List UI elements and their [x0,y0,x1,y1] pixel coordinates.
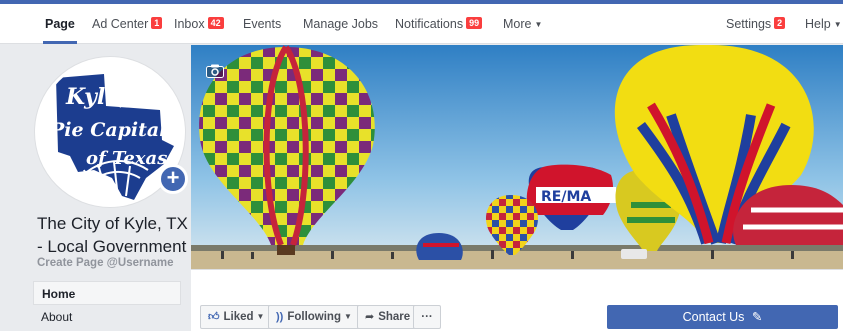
sidebar-menu: Home About [33,281,181,329]
nav-tab-page[interactable]: Page [43,4,77,44]
nav-tab-ad-center[interactable]: Ad Center 1 [92,4,163,44]
sidebar-item-about[interactable]: About [33,305,181,329]
caret-down-icon: ▼ [343,312,352,321]
contact-us-button[interactable]: Contact Us ✎ [607,305,838,329]
nav-tab-label: Inbox [174,17,205,31]
nav-tab-inbox[interactable]: Inbox 42 [174,4,224,44]
hot-air-balloons-image: RE/MA [191,45,843,269]
following-button[interactable]: )) Following ▼ [268,305,360,329]
sidebar-item-home[interactable]: Home [33,281,181,305]
following-label: Following [287,311,341,323]
nav-tab-manage-jobs[interactable]: Manage Jobs [303,4,378,44]
caret-down-icon: ▼ [256,312,265,321]
add-photo-plus-icon[interactable]: + [158,164,188,194]
nav-tab-label: Manage Jobs [303,17,379,31]
logo-text-line: Kyle, [65,84,127,110]
liked-label: Liked [223,311,254,323]
pencil-icon: ✎ [751,310,763,324]
share-arrow-icon: ➦ [365,311,375,323]
nav-tab-label: Notifications [395,17,464,31]
logo-text-line: Pie Capital [49,119,166,141]
page-sidebar: Kyle, Pie Capital of Texas + The City of… [13,45,190,331]
nav-help[interactable]: Help ▼ [805,4,842,44]
nav-tab-label: Help [805,17,831,31]
liked-button[interactable]: 👍︎ Liked ▼ [200,305,273,329]
more-options-button[interactable]: ··· [413,305,441,329]
nav-tab-label: More [503,17,532,31]
page-nav-bar: Page Ad Center 1 Inbox 42 Events Manage Jo… [0,4,843,44]
caret-down-icon: ▼ [534,20,543,29]
rss-icon: )) [276,311,284,323]
notification-badge: 2 [774,17,786,29]
nav-tab-label: Ad Center [92,17,149,31]
thumbs-up-icon: 👍︎ [208,311,220,323]
cover-photo[interactable]: RE/MA [191,45,843,269]
nav-tab-label: Events [243,17,282,31]
nav-tab-label: Page [45,17,75,31]
create-username-link[interactable]: Create Page @Username [37,257,174,269]
logo-text-line: of Texas [86,148,167,169]
nav-tab-notifications[interactable]: Notifications 99 [395,4,483,44]
nav-settings[interactable]: Settings 2 [726,4,786,44]
notification-badge: 99 [466,17,483,29]
contact-us-label: Contact Us [682,310,745,324]
more-dots-icon: ··· [421,311,433,323]
page-title: The City of Kyle, TX - Local Government [37,214,188,256]
svg-text:RE/MA: RE/MA [541,189,591,205]
nav-tab-label: Settings [726,17,772,31]
share-label: Share [378,311,411,323]
nav-tab-more[interactable]: More ▼ [503,4,542,44]
caret-down-icon: ▼ [833,20,842,29]
notification-badge: 42 [207,17,224,29]
share-button[interactable]: ➦ Share [357,305,419,329]
camera-icon[interactable] [206,64,224,78]
notification-badge: 1 [151,17,163,29]
nav-tab-events[interactable]: Events [243,4,281,44]
